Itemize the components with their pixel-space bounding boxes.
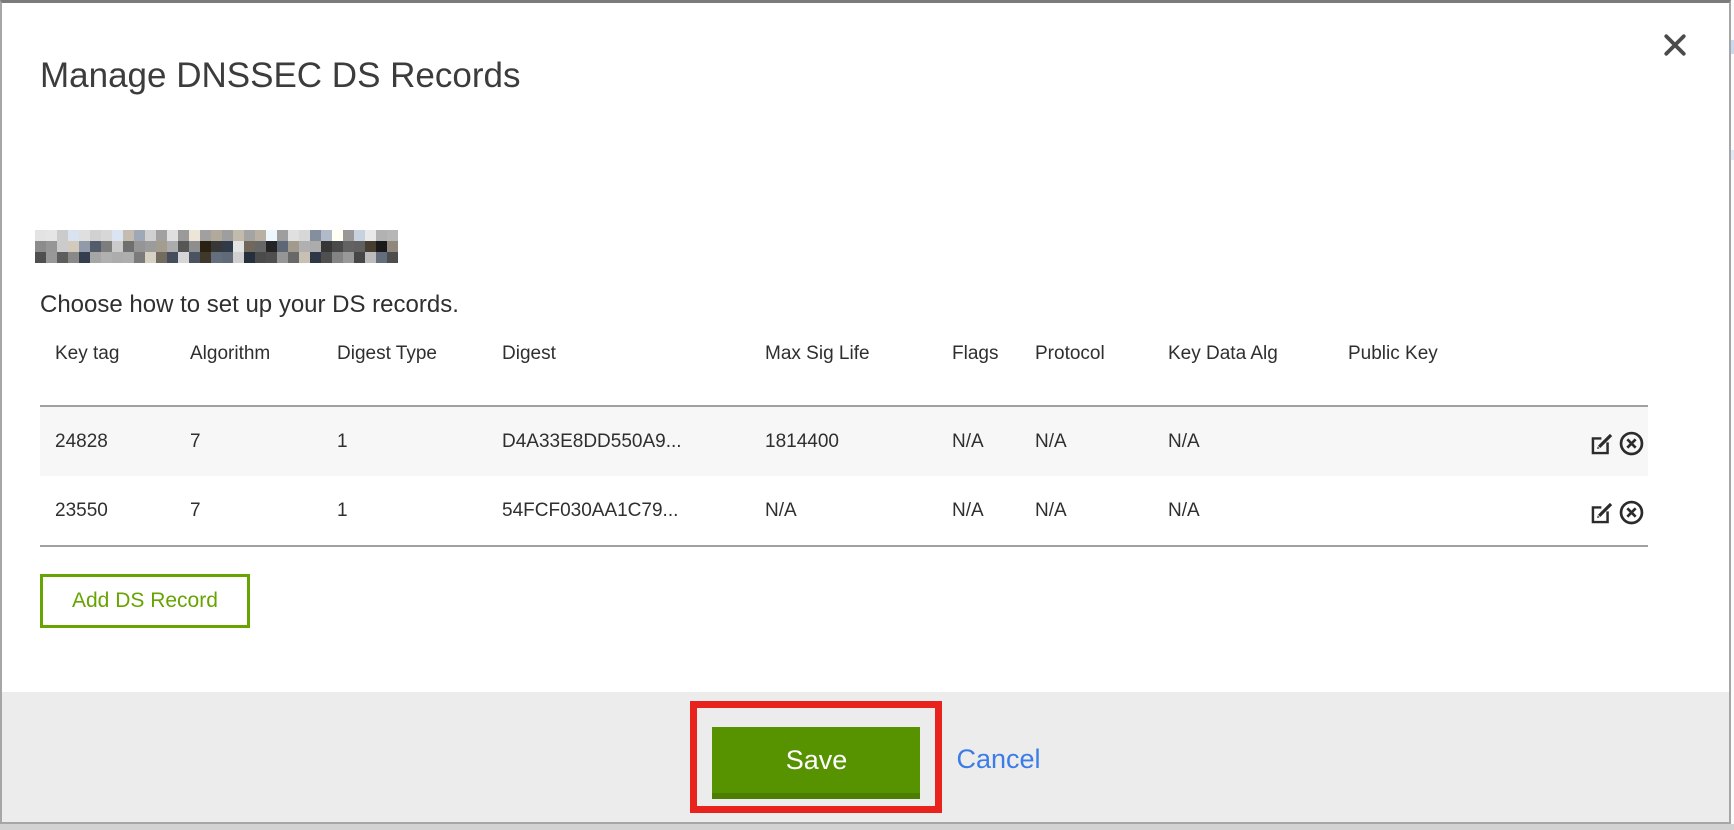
cell-max-sig-life: 1814400	[750, 406, 937, 476]
setup-instructions: Choose how to set up your DS records.	[40, 291, 459, 319]
column-header-public-key: Public Key	[1333, 333, 1560, 406]
edit-icon	[1589, 445, 1616, 460]
column-header-digest-type: Digest Type	[322, 333, 487, 406]
cell-flags: N/A	[937, 406, 1020, 476]
delete-icon	[1618, 514, 1645, 529]
table-header: Key tagAlgorithmDigest TypeDigestMax Sig…	[40, 333, 1648, 406]
delete-record-button[interactable]	[1617, 430, 1646, 457]
table-body: 2482871D4A33E8DD550A9...1814400N/AN/AN/A…	[40, 406, 1648, 546]
column-header-flags: Flags	[937, 333, 1020, 406]
save-annotation-highlight: Save	[690, 701, 942, 813]
redacted-domain-name	[35, 230, 398, 265]
cell-digest-type: 1	[322, 476, 487, 546]
cell-digest-type: 1	[322, 406, 487, 476]
cell-digest: 54FCF030AA1C79...	[487, 476, 750, 546]
column-header-algorithm: Algorithm	[175, 333, 322, 406]
modal-title: Manage DNSSEC DS Records	[40, 56, 520, 96]
row-actions	[1560, 406, 1648, 476]
row-actions	[1560, 476, 1648, 546]
cancel-link[interactable]: Cancel	[956, 744, 1040, 775]
cell-algorithm: 7	[175, 476, 322, 546]
save-button[interactable]: Save	[712, 727, 920, 799]
manage-dnssec-modal: Manage DNSSEC DS Records Choose how to s…	[0, 0, 1731, 824]
modal-footer: Save Cancel	[2, 692, 1729, 822]
edit-record-button[interactable]	[1588, 499, 1617, 526]
cell-algorithm: 7	[175, 406, 322, 476]
column-header-protocol: Protocol	[1020, 333, 1153, 406]
column-header-actions	[1560, 333, 1648, 406]
column-header-digest: Digest	[487, 333, 750, 406]
cell-flags: N/A	[937, 476, 1020, 546]
delete-record-button[interactable]	[1617, 499, 1646, 526]
cell-key-tag: 23550	[40, 476, 175, 546]
table-header-row: Key tagAlgorithmDigest TypeDigestMax Sig…	[40, 333, 1648, 406]
ds-records-table: Key tagAlgorithmDigest TypeDigestMax Sig…	[40, 333, 1648, 547]
cell-digest: D4A33E8DD550A9...	[487, 406, 750, 476]
cell-key-tag: 24828	[40, 406, 175, 476]
column-header-max-sig-life: Max Sig Life	[750, 333, 937, 406]
edit-record-button[interactable]	[1588, 430, 1617, 457]
cell-max-sig-life: N/A	[750, 476, 937, 546]
column-header-key-tag: Key tag	[40, 333, 175, 406]
cell-key-data-alg: N/A	[1153, 406, 1333, 476]
close-icon	[1661, 47, 1689, 62]
table-row: 2482871D4A33E8DD550A9...1814400N/AN/AN/A	[40, 406, 1648, 476]
close-button[interactable]	[1659, 29, 1691, 61]
cell-public-key	[1333, 406, 1560, 476]
cell-public-key	[1333, 476, 1560, 546]
add-ds-record-button[interactable]: Add DS Record	[40, 574, 250, 628]
cell-protocol: N/A	[1020, 406, 1153, 476]
cell-protocol: N/A	[1020, 476, 1153, 546]
cell-key-data-alg: N/A	[1153, 476, 1333, 546]
delete-icon	[1618, 445, 1645, 460]
column-header-key-data-alg: Key Data Alg	[1153, 333, 1333, 406]
edit-icon	[1589, 514, 1616, 529]
table-row: 235507154FCF030AA1C79...N/AN/AN/AN/A	[40, 476, 1648, 546]
